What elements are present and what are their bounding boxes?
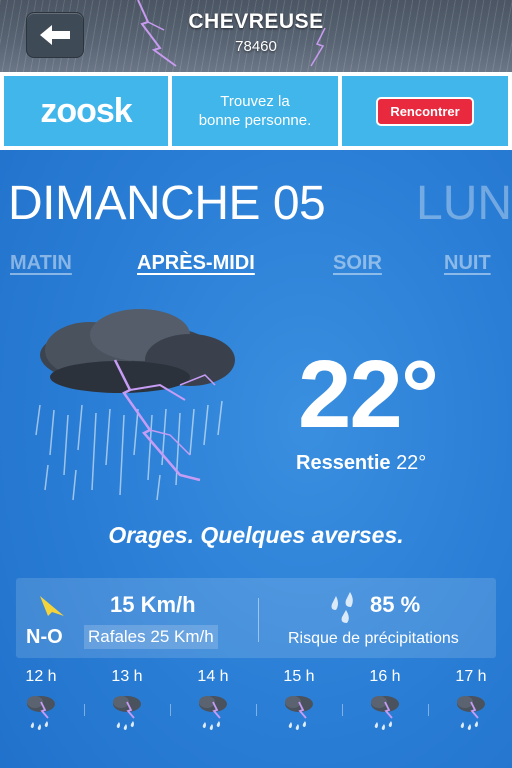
hour-item[interactable]: 14 h xyxy=(183,668,243,739)
wind-speed: 15 Km/h xyxy=(110,592,196,617)
ad-cta-button[interactable]: Rencontrer xyxy=(376,96,474,126)
wind-direction-icon xyxy=(40,596,64,616)
ad-banner[interactable]: zoosk Trouvez la bonne personne. Rencont… xyxy=(0,72,512,150)
day-next[interactable]: LUN xyxy=(416,176,512,231)
hour-separator xyxy=(342,704,343,716)
ad-cta-area[interactable]: Rencontrer xyxy=(342,76,508,146)
hour-label: 13 h xyxy=(111,668,143,685)
thunderstorm-rain-icon xyxy=(441,692,501,739)
rain-drops-icon xyxy=(331,592,353,623)
ad-tagline[interactable]: Trouvez la bonne personne. xyxy=(172,76,338,146)
ad-logo-text: zoosk xyxy=(40,91,132,130)
wind-gusts: Rafales 25 Km/h xyxy=(84,625,218,649)
ad-logo[interactable]: zoosk xyxy=(4,76,168,146)
thunderstorm-rain-icon xyxy=(11,692,71,739)
hour-item[interactable]: 16 h xyxy=(355,668,415,739)
precipitation-label: Risque de précipitations xyxy=(288,630,459,647)
hour-item[interactable]: 13 h xyxy=(97,668,157,739)
tab-afternoon[interactable]: APRÈS-MIDI xyxy=(137,252,255,275)
hour-separator xyxy=(84,704,85,716)
hour-separator xyxy=(170,704,171,716)
tab-morning[interactable]: MATIN xyxy=(10,252,72,275)
hour-separator xyxy=(256,704,257,716)
hour-label: 16 h xyxy=(369,668,401,685)
day-carousel[interactable]: DIMANCHE 05 LUN xyxy=(0,176,512,236)
day-current[interactable]: DIMANCHE 05 xyxy=(8,176,326,231)
hour-item[interactable]: 15 h xyxy=(269,668,329,739)
feels-like-label: Ressentie xyxy=(296,452,391,474)
hour-label: 12 h xyxy=(25,668,57,685)
current-temperature: 22° xyxy=(298,341,439,448)
hour-item[interactable]: 17 h xyxy=(441,668,501,739)
thunderstorm-rain-icon xyxy=(97,692,157,739)
hour-separator xyxy=(428,704,429,716)
hour-label: 14 h xyxy=(197,668,229,685)
thunderstorm-rain-icon xyxy=(355,692,415,739)
thunderstorm-rain-icon xyxy=(269,692,329,739)
wind-direction: N-O xyxy=(26,626,63,648)
tab-night[interactable]: NUIT xyxy=(444,252,491,275)
thunderstorm-rain-icon xyxy=(183,692,243,739)
precipitation-chance: 85 % xyxy=(370,592,421,617)
tab-evening[interactable]: SOIR xyxy=(333,252,382,275)
postal-code: 78460 xyxy=(235,38,277,55)
ad-tagline-line1: Trouvez la xyxy=(220,93,290,110)
thunderstorm-icon xyxy=(35,309,235,501)
ad-tagline-line2: bonne personne. xyxy=(198,112,312,129)
city-name: CHEVREUSE xyxy=(188,10,324,33)
stats-divider xyxy=(258,598,259,642)
hour-label: 15 h xyxy=(283,668,315,685)
feels-like: Ressentie 22° xyxy=(296,452,426,475)
hour-label: 17 h xyxy=(455,668,487,685)
header-bar: CHEVREUSE 78460 xyxy=(0,0,512,72)
stats-panel: N-O 15 Km/h Rafales 25 Km/h 85 % Risque … xyxy=(16,578,496,658)
hour-item[interactable]: 12 h xyxy=(11,668,71,739)
weather-description: Orages. Quelques averses. xyxy=(108,522,404,548)
feels-like-value: 22° xyxy=(396,452,427,474)
